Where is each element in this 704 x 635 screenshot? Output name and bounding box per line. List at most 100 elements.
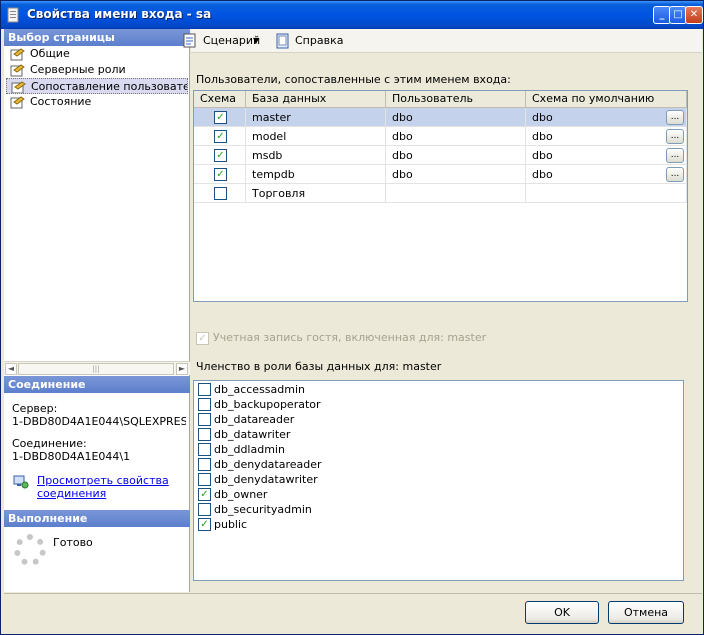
page-icon xyxy=(10,48,25,61)
browse-schema-button[interactable]: ... xyxy=(666,148,684,163)
page-icon xyxy=(10,96,25,109)
role-checkbox[interactable] xyxy=(198,443,211,456)
cancel-button[interactable]: Отмена xyxy=(608,601,684,624)
page-list-scrollbar[interactable]: ◄ ||| ► xyxy=(4,361,190,375)
page-item-status[interactable]: Состояние xyxy=(6,94,188,110)
maximize-icon: □ xyxy=(673,9,683,20)
users-grid: Схема База данных Пользователь Схема по … xyxy=(193,90,688,302)
page-icon xyxy=(11,81,26,93)
list-item[interactable]: db_backupoperator xyxy=(196,397,321,412)
table-row[interactable]: ✓ tempdb dbo dbo ... xyxy=(194,165,687,184)
role-name: db_denydatawriter xyxy=(214,473,318,486)
page-item-label: Общие xyxy=(30,47,70,60)
login-properties-window: Свойства имени входа - sa _ □ ✕ Выбор ст… xyxy=(0,0,704,635)
browse-schema-button[interactable]: ... xyxy=(666,110,684,125)
page-item-label: Состояние xyxy=(30,95,92,108)
list-item[interactable]: ✓ public xyxy=(196,517,247,532)
user-cell[interactable]: dbo xyxy=(386,127,526,146)
database-cell: master xyxy=(246,108,386,127)
connection-label: Соединение: xyxy=(12,437,87,450)
table-row[interactable]: ✓ master dbo dbo ... xyxy=(194,108,687,127)
default-schema-cell[interactable]: dbo ... xyxy=(526,127,687,146)
progress-spinner-icon xyxy=(14,534,46,566)
connection-value: 1-DBD80D4A1E044\1 xyxy=(12,450,131,463)
column-header-default-schema[interactable]: Схема по умолчанию xyxy=(526,91,687,108)
role-name: db_ddladmin xyxy=(214,443,285,456)
list-item[interactable]: db_denydatareader xyxy=(196,457,322,472)
list-item[interactable]: db_securityadmin xyxy=(196,502,312,517)
schema-cell: ✓ xyxy=(194,108,246,127)
map-checkbox[interactable]: ✓ xyxy=(214,130,227,143)
dropdown-arrow-icon[interactable]: ▼ xyxy=(253,32,259,50)
script-label: Сценарий xyxy=(203,34,261,47)
user-cell[interactable]: dbo xyxy=(386,165,526,184)
page-item-label: Сопоставление пользователей xyxy=(31,80,187,93)
user-cell[interactable] xyxy=(386,184,526,203)
page-item-user-mapping[interactable]: Сопоставление пользователей xyxy=(6,78,188,94)
role-name: db_owner xyxy=(214,488,268,501)
column-header-schema[interactable]: Схема xyxy=(194,91,246,108)
window-icon xyxy=(7,7,19,23)
map-checkbox[interactable]: ✓ xyxy=(214,149,227,162)
view-connection-properties-link[interactable]: Просмотреть свойства xyxy=(37,474,187,487)
map-checkbox[interactable]: ✓ xyxy=(214,168,227,181)
role-checkbox[interactable] xyxy=(198,413,211,426)
role-checkbox[interactable] xyxy=(198,473,211,486)
table-row[interactable]: Торговля xyxy=(194,184,687,203)
guest-account-checkbox: ✓ Учетная запись гостя, включенная для: m… xyxy=(196,331,486,345)
role-name: db_securityadmin xyxy=(214,503,312,516)
role-checkbox[interactable] xyxy=(198,383,211,396)
users-mapped-label: Пользователи, сопоставленные с этим имен… xyxy=(196,73,511,86)
table-row[interactable]: ✓ msdb dbo dbo ... xyxy=(194,146,687,165)
role-name: db_denydatareader xyxy=(214,458,322,471)
list-item[interactable]: ✓ db_owner xyxy=(196,487,267,502)
role-checkbox[interactable] xyxy=(198,398,211,411)
user-cell[interactable]: dbo xyxy=(386,146,526,165)
default-schema-value: dbo xyxy=(532,149,553,162)
toolbar: Сценарий ▼ Справка xyxy=(183,29,702,53)
scrollbar-thumb[interactable]: ||| xyxy=(18,363,174,375)
default-schema-cell[interactable]: dbo ... xyxy=(526,165,687,184)
browse-schema-button[interactable]: ... xyxy=(666,129,684,144)
ok-button[interactable]: OK xyxy=(525,601,599,624)
scroll-right-icon[interactable]: ► xyxy=(176,363,188,375)
list-item[interactable]: db_accessadmin xyxy=(196,382,305,397)
column-header-user[interactable]: Пользователь xyxy=(386,91,526,108)
browse-schema-button[interactable]: ... xyxy=(666,167,684,182)
close-button[interactable]: ✕ xyxy=(685,6,703,24)
role-checkbox[interactable] xyxy=(198,503,211,516)
role-checkbox[interactable]: ✓ xyxy=(198,488,211,501)
page-item-label: Серверные роли xyxy=(30,63,126,76)
map-checkbox[interactable]: ✓ xyxy=(214,111,227,124)
role-name: db_datawriter xyxy=(214,428,291,441)
script-button[interactable]: Сценарий ▼ xyxy=(182,32,272,50)
table-row[interactable]: ✓ model dbo dbo ... xyxy=(194,127,687,146)
list-item[interactable]: db_datawriter xyxy=(196,427,290,442)
role-checkbox[interactable] xyxy=(198,458,211,471)
database-cell: msdb xyxy=(246,146,386,165)
scroll-left-icon[interactable]: ◄ xyxy=(5,363,17,375)
title-bar: Свойства имени входа - sa _ □ ✕ xyxy=(1,1,703,29)
help-button[interactable]: Справка xyxy=(275,32,355,50)
list-item[interactable]: db_ddladmin xyxy=(196,442,285,457)
default-schema-cell[interactable]: dbo ... xyxy=(526,146,687,165)
view-connection-properties-link-line2[interactable]: соединения xyxy=(37,487,187,500)
default-schema-value: dbo xyxy=(532,168,553,181)
list-item[interactable]: db_denydatawriter xyxy=(196,472,318,487)
guest-check-icon: ✓ xyxy=(196,331,209,345)
role-checkbox[interactable]: ✓ xyxy=(198,518,211,531)
role-name: db_backupoperator xyxy=(214,398,321,411)
default-schema-cell[interactable] xyxy=(526,184,687,203)
progress-header: Выполнение xyxy=(4,510,190,527)
role-checkbox[interactable] xyxy=(198,428,211,441)
default-schema-cell[interactable]: dbo ... xyxy=(526,108,687,127)
list-item[interactable]: db_datareader xyxy=(196,412,294,427)
user-cell[interactable]: dbo xyxy=(386,108,526,127)
map-checkbox[interactable] xyxy=(214,187,227,200)
connection-header: Соединение xyxy=(4,376,190,393)
column-header-database[interactable]: База данных xyxy=(246,91,386,108)
page-item-general[interactable]: Общие xyxy=(6,46,188,62)
role-name: db_datareader xyxy=(214,413,295,426)
schema-cell: ✓ xyxy=(194,127,246,146)
page-item-server-roles[interactable]: Серверные роли xyxy=(6,62,188,78)
